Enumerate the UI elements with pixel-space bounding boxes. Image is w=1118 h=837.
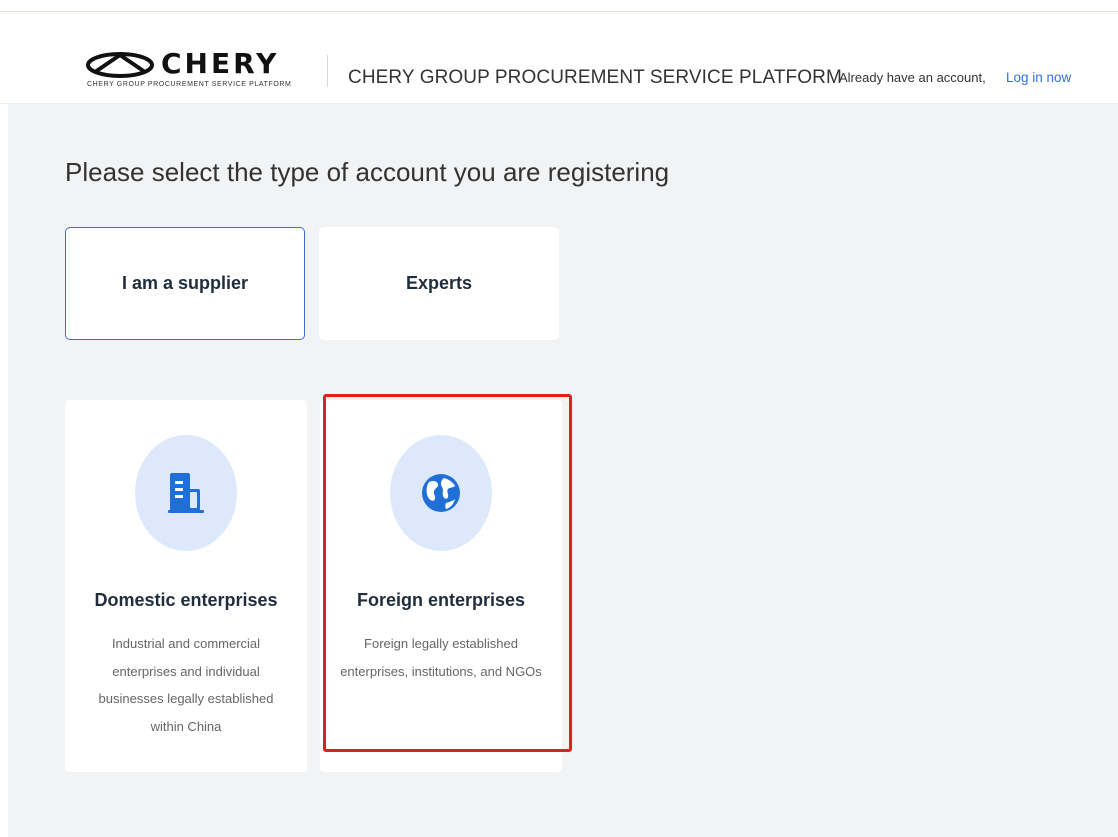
domestic-enterprises-title: Domestic enterprises <box>94 590 278 610</box>
domestic-enterprises-card[interactable]: Domestic enterprises Industrial and comm… <box>65 400 307 772</box>
page-title: Please select the type of account you ar… <box>65 157 670 187</box>
experts-type-card[interactable]: Experts <box>319 227 559 340</box>
chery-logo[interactable]: CHERY CHERY GROUP PROCUREMENT SERVICE PL… <box>85 49 310 93</box>
globe-icon <box>422 474 460 512</box>
logo-subtitle: CHERY GROUP PROCUREMENT SERVICE PLATFORM <box>87 81 292 88</box>
foreign-icon-circle <box>390 435 492 551</box>
platform-title: CHERY GROUP PROCUREMENT SERVICE PLATFORM <box>348 67 842 88</box>
account-prompt: Already have an account, <box>839 70 986 85</box>
building-icon <box>168 473 204 513</box>
foreign-enterprises-description: Foreign legally established enterprises,… <box>340 636 542 679</box>
domestic-enterprises-description: Industrial and commercial enterprises an… <box>98 636 274 734</box>
header-divider <box>327 55 328 87</box>
domestic-icon-circle <box>135 435 237 551</box>
experts-type-label: Experts <box>405 273 473 293</box>
supplier-type-card[interactable]: I am a supplier <box>65 227 305 340</box>
login-link[interactable]: Log in now <box>1006 70 1071 85</box>
foreign-enterprises-title: Foreign enterprises <box>356 590 526 610</box>
chery-logo-mark-icon <box>86 52 154 78</box>
top-strip <box>0 0 1118 12</box>
page-header: CHERY CHERY GROUP PROCUREMENT SERVICE PL… <box>0 12 1118 104</box>
supplier-type-label: I am a supplier <box>121 273 249 293</box>
logo-wordmark: CHERY <box>161 47 280 80</box>
foreign-enterprises-card[interactable]: Foreign enterprises Foreign legally esta… <box>320 400 562 772</box>
